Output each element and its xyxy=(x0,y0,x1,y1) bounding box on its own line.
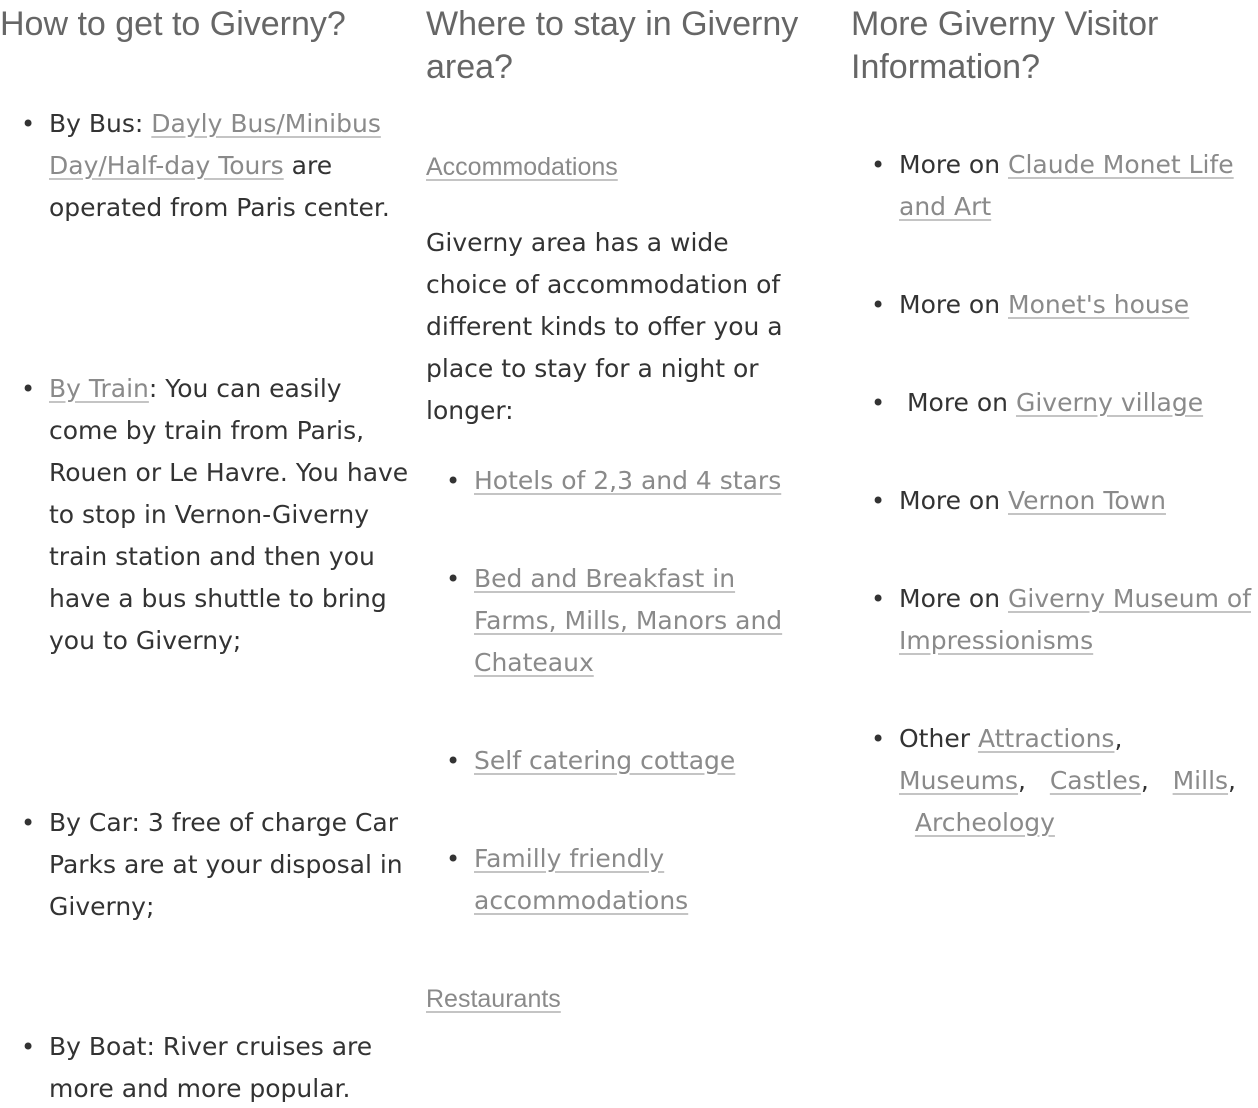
list-item-monets-house: • More on Monet's house xyxy=(871,284,1258,326)
self-catering-link[interactable]: Self catering cottage xyxy=(474,746,735,775)
bullet-icon: • xyxy=(446,845,461,873)
train-text: : You can easily come by train from Pari… xyxy=(49,374,409,655)
heading-visitor-info: More Giverny Visitor Information? xyxy=(851,5,1159,86)
mills-link[interactable]: Mills xyxy=(1173,766,1228,795)
car-text: By Car: 3 free of charge Car Parks are a… xyxy=(49,808,403,921)
restaurants-link[interactable]: Restaurants xyxy=(426,984,561,1014)
bullet-icon: • xyxy=(871,585,886,613)
list-item-train: • By Train: You can easily come by train … xyxy=(21,368,409,662)
bullet-icon: • xyxy=(871,151,886,179)
bullet-icon: • xyxy=(446,565,461,593)
bullet-icon: • xyxy=(446,467,461,495)
bullet-icon: • xyxy=(871,291,886,319)
list-item-car: • By Car: 3 free of charge Car Parks are … xyxy=(21,802,409,928)
separator: , xyxy=(1018,766,1026,795)
list-item-bus: • By Bus: Dayly Bus/Minibus Day/Half-day … xyxy=(21,103,409,229)
list-item-bed-and-breakfast: • Bed and Breakfast in Farms, Mills, Mano… xyxy=(446,558,824,684)
more-on-label: More on xyxy=(899,290,1009,319)
more-on-label: More on xyxy=(899,584,1009,613)
bullet-icon: • xyxy=(21,110,36,138)
list-item-giverny-village: • More on Giverny village xyxy=(871,382,1258,424)
list-item-family-friendly: • Familly friendly accommodations xyxy=(446,838,824,922)
museums-link[interactable]: Museums xyxy=(899,766,1018,795)
other-label: Other xyxy=(899,724,978,753)
separator: , xyxy=(1228,766,1236,795)
column-where-to-stay: Where to stay in Giverny area? Accommoda… xyxy=(426,0,826,1013)
bullet-icon: • xyxy=(21,1033,36,1061)
accommodation-intro: Giverny area has a wide choice of accomm… xyxy=(426,228,783,425)
monets-house-link[interactable]: Monet's house xyxy=(1008,290,1189,319)
more-on-label: More on xyxy=(906,388,1016,417)
list-item-claude-monet: • More on Claude Monet Life and Art xyxy=(871,144,1258,228)
bullet-icon: • xyxy=(871,487,886,515)
more-on-label: More on xyxy=(899,486,1009,515)
attractions-link[interactable]: Attractions xyxy=(978,724,1115,753)
column-getting-there: How to get to Giverny? • By Bus: Dayly Bu… xyxy=(0,0,412,1103)
bullet-icon: • xyxy=(21,809,36,837)
list-item-vernon-town: • More on Vernon Town xyxy=(871,480,1258,522)
list-item-museum: • More on Giverny Museum of Impressionism… xyxy=(871,578,1258,662)
giverny-village-link[interactable]: Giverny village xyxy=(1016,388,1203,417)
bullet-icon: • xyxy=(446,747,461,775)
bus-prefix: By Bus: xyxy=(49,109,152,138)
bullet-icon: • xyxy=(21,375,36,403)
archeology-link[interactable]: Archeology xyxy=(915,808,1055,837)
separator: , xyxy=(1140,766,1149,795)
bullet-icon: • xyxy=(871,725,886,753)
castles-link[interactable]: Castles xyxy=(1050,766,1141,795)
more-on-label: More on xyxy=(899,150,1009,179)
separator: , xyxy=(1114,724,1123,753)
list-item-other: • Other Attractions, Museums, Castles, Mil… xyxy=(871,718,1258,844)
bed-and-breakfast-link[interactable]: Bed and Breakfast in Farms, Mills, Manor… xyxy=(474,564,782,677)
boat-text: By Boat: River cruises are more and more… xyxy=(49,1032,373,1103)
heading-how-to-get: How to get to Giverny? xyxy=(0,5,346,43)
by-train-link[interactable]: By Train xyxy=(49,374,149,403)
accommodations-link[interactable]: Accommodations xyxy=(426,152,618,182)
hotels-link[interactable]: Hotels of 2,3 and 4 stars xyxy=(474,466,781,495)
list-item-hotels: • Hotels of 2,3 and 4 stars xyxy=(446,460,824,502)
bullet-icon: • xyxy=(871,389,886,417)
family-friendly-link[interactable]: Familly friendly accommodations xyxy=(474,844,688,915)
column-visitor-info: More Giverny Visitor Information? • More … xyxy=(851,0,1251,837)
list-item-self-catering: • Self catering cottage xyxy=(446,740,824,782)
vernon-town-link[interactable]: Vernon Town xyxy=(1008,486,1166,515)
heading-where-to-stay: Where to stay in Giverny area? xyxy=(426,5,799,86)
list-item-boat: • By Boat: River cruises are more and mor… xyxy=(21,1026,409,1108)
